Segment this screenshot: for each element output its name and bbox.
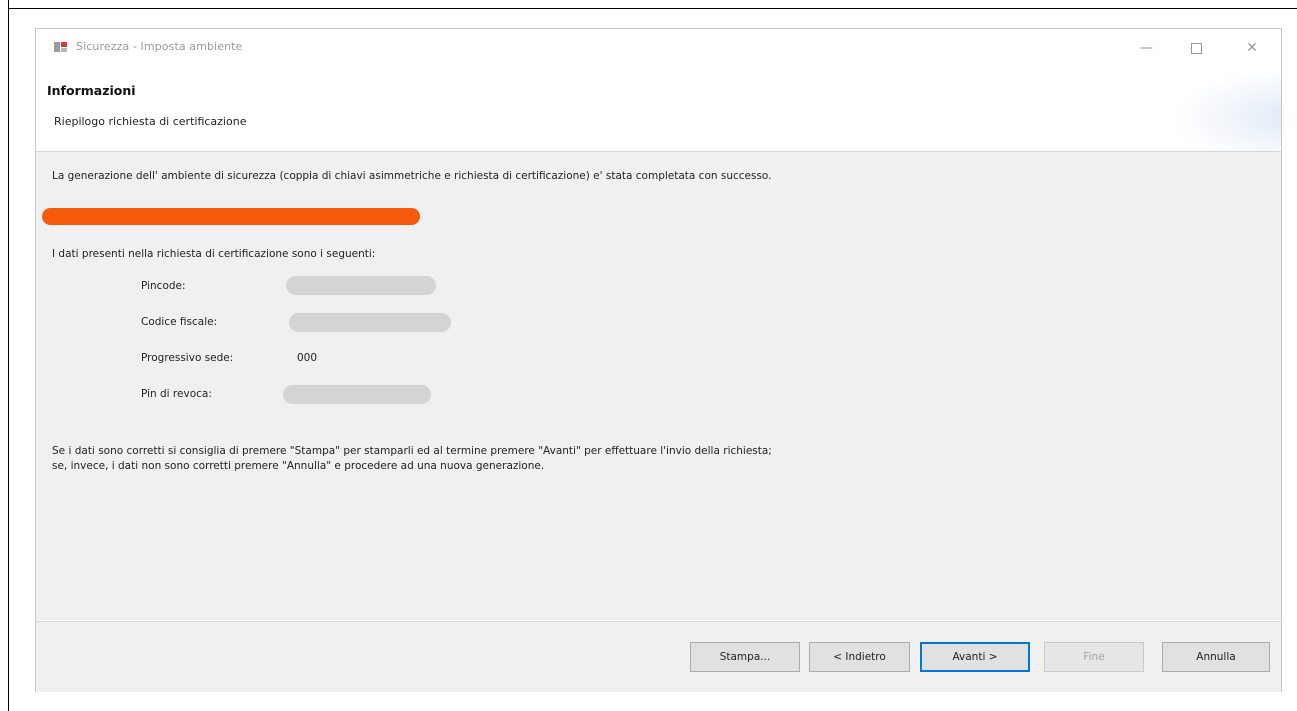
codice-fiscale-redacted-value	[289, 313, 451, 332]
instructions-line-1: Se i dati sono corretti si consiglia di …	[52, 445, 772, 457]
title-bar: Sicurezza - Imposta ambiente — ✕	[36, 29, 1281, 67]
pincode-redacted-value	[286, 276, 436, 295]
close-icon: ✕	[1246, 40, 1258, 56]
page-title: Informazioni	[47, 83, 136, 98]
maximize-icon	[1190, 42, 1202, 54]
wizard-footer: Stampa... < Indietro Avanti > Fine Annul…	[36, 621, 1281, 692]
header-decoration	[1171, 67, 1281, 151]
stampa-button[interactable]: Stampa...	[690, 642, 800, 672]
list-intro-text: I dati presenti nella richiesta di certi…	[52, 248, 376, 260]
cancel-button[interactable]: Annulla	[1162, 642, 1270, 672]
close-button[interactable]: ✕	[1232, 36, 1272, 60]
maximize-button[interactable]	[1176, 36, 1216, 60]
wizard-content: La generazione dell' ambiente di sicurez…	[36, 152, 1281, 620]
next-button[interactable]: Avanti >	[920, 642, 1030, 672]
page-subtitle: Riepilogo richiesta di certificazione	[54, 115, 247, 128]
redaction-mark	[42, 208, 420, 225]
dialog-window: Sicurezza - Imposta ambiente — ✕ Informa…	[35, 28, 1282, 692]
wizard-header: Informazioni Riepilogo richiesta di cert…	[36, 67, 1281, 152]
progressivo-sede-label: Progressivo sede:	[141, 352, 234, 364]
pin-revoca-label: Pin di revoca:	[141, 388, 212, 400]
app-icon	[54, 42, 67, 52]
progressivo-sede-value: 000	[297, 352, 318, 364]
minimize-button[interactable]: —	[1126, 36, 1166, 60]
intro-text: La generazione dell' ambiente di sicurez…	[52, 170, 772, 182]
pincode-label: Pincode:	[141, 280, 186, 292]
window-title: Sicurezza - Imposta ambiente	[76, 40, 243, 53]
finish-button[interactable]: Fine	[1044, 642, 1144, 672]
instructions-line-2: se, invece, i dati non sono corretti pre…	[52, 460, 545, 472]
page-border	[8, 8, 1297, 9]
pin-revoca-redacted-value	[283, 385, 431, 404]
codice-fiscale-label: Codice fiscale:	[141, 316, 218, 328]
back-button[interactable]: < Indietro	[809, 642, 910, 672]
minimize-icon: —	[1139, 40, 1153, 56]
page-border	[8, 0, 9, 711]
instructions-text: Se i dati sono corretti si consiglia di …	[52, 444, 772, 474]
